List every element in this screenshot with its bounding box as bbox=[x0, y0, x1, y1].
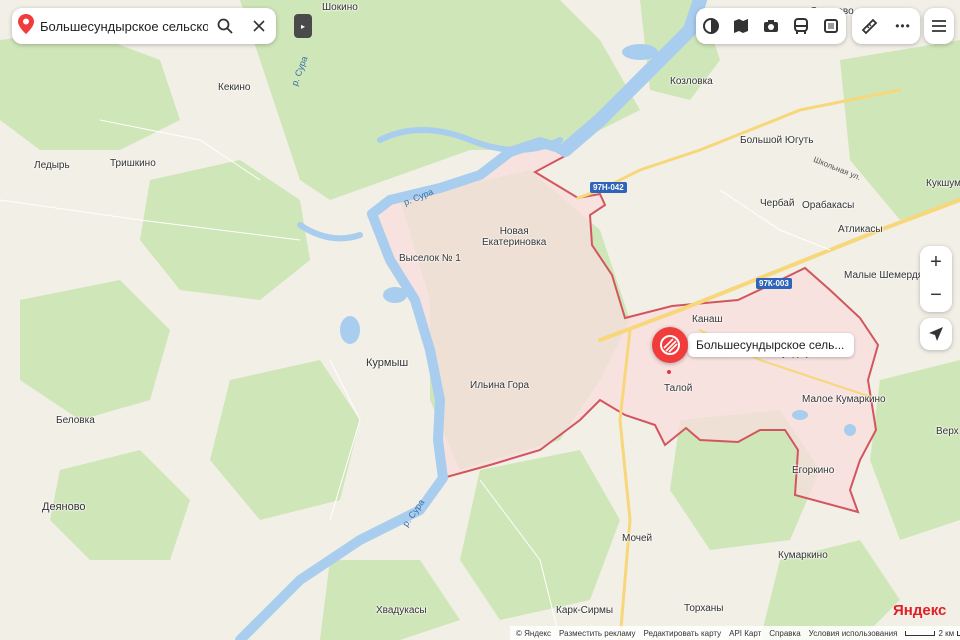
place-label: Выселок № 1 bbox=[399, 253, 461, 264]
place-label: Беловка bbox=[56, 415, 95, 426]
place-label: Талой bbox=[664, 383, 693, 394]
ruler-icon[interactable] bbox=[858, 15, 880, 37]
locate-me-button[interactable] bbox=[920, 318, 952, 350]
zoom-out-button[interactable]: − bbox=[920, 279, 952, 312]
road-shield: 97К-003 bbox=[756, 278, 792, 289]
place-label: Курмыш bbox=[366, 357, 409, 369]
more-glyph: ••• bbox=[895, 19, 911, 33]
copyright-link[interactable]: © Яндекс bbox=[516, 629, 551, 638]
place-label: Тришкино bbox=[110, 158, 156, 169]
traffic-icon[interactable] bbox=[820, 15, 842, 37]
more-icon[interactable]: ••• bbox=[892, 15, 914, 37]
help-link[interactable]: Справка bbox=[769, 629, 800, 638]
search-box[interactable]: Большесундырское сельское п bbox=[12, 8, 276, 44]
place-label: Новая Екатериновка bbox=[482, 226, 547, 248]
location-pin-icon bbox=[12, 13, 40, 39]
map-toolbar bbox=[696, 8, 846, 44]
place-label: Верх bbox=[936, 426, 959, 437]
place-label: Канаш bbox=[692, 314, 723, 325]
photo-icon[interactable] bbox=[760, 15, 782, 37]
place-label: Малые Шемердян bbox=[844, 270, 929, 281]
place-label: Карк-Сирмы bbox=[556, 605, 614, 616]
place-label: Ледырь bbox=[34, 160, 70, 171]
panorama-icon[interactable] bbox=[730, 15, 752, 37]
yandex-logo[interactable]: Яндекс bbox=[893, 602, 946, 619]
place-label: Ильина Гора bbox=[470, 380, 530, 391]
place-label: Хвадукасы bbox=[376, 605, 427, 616]
terms-link[interactable]: Условия использования bbox=[809, 629, 898, 638]
poi-marker[interactable] bbox=[652, 327, 688, 363]
place-label: Кекино bbox=[218, 82, 251, 93]
map-toolbar-extra: ••• bbox=[852, 8, 920, 44]
map-canvas[interactable] bbox=[0, 0, 960, 640]
place-label: Деяново bbox=[42, 501, 86, 513]
place-label: Орабакасы bbox=[802, 200, 855, 211]
place-label: Кукшум bbox=[926, 178, 960, 189]
search-icon[interactable] bbox=[208, 8, 242, 44]
search-input[interactable]: Большесундырское сельское п bbox=[40, 19, 208, 34]
place-label: Торханы bbox=[684, 603, 724, 614]
hatched-area-icon bbox=[660, 335, 680, 355]
zoom-control: + − bbox=[920, 246, 952, 312]
place-label: Малое Кумаркино bbox=[802, 394, 886, 405]
place-label: Большой Югуть bbox=[740, 135, 814, 146]
poi-label[interactable]: Большесундырское сель... bbox=[688, 333, 855, 357]
place-label: Козловка bbox=[670, 76, 713, 87]
scale-bar: 2 км bbox=[905, 629, 960, 638]
scale-label: 2 км bbox=[938, 628, 955, 638]
navigation-arrow-icon bbox=[929, 327, 943, 341]
place-label: Атликасы bbox=[838, 224, 883, 235]
zoom-in-button[interactable]: + bbox=[920, 246, 952, 279]
place-label: Кумаркино bbox=[778, 550, 828, 561]
hamburger-icon[interactable] bbox=[924, 8, 954, 44]
api-link[interactable]: API Карт bbox=[729, 629, 761, 638]
poi-point bbox=[667, 370, 671, 374]
place-label: Шокино bbox=[322, 2, 358, 13]
place-label: Егоркино bbox=[792, 465, 835, 476]
play-icon: ▸ bbox=[300, 21, 305, 31]
road-shield: 97Н-042 bbox=[590, 182, 627, 193]
collapse-panel-button[interactable]: ▸ bbox=[294, 14, 312, 38]
transit-icon[interactable] bbox=[790, 15, 812, 37]
layers-icon[interactable] bbox=[700, 15, 722, 37]
map-footer: © Яндекс Разместить рекламу Редактироват… bbox=[510, 626, 960, 640]
place-label: Чербай bbox=[760, 198, 795, 209]
close-icon[interactable] bbox=[242, 8, 276, 44]
edit-map-link[interactable]: Редактировать карту bbox=[643, 629, 721, 638]
place-label: Мочей bbox=[622, 533, 653, 544]
ads-link[interactable]: Разместить рекламу bbox=[559, 629, 635, 638]
